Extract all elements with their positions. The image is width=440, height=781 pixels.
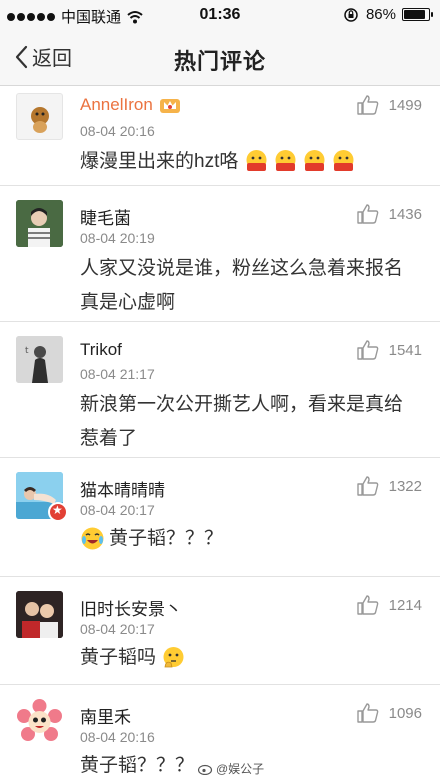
like-count: 1499	[388, 96, 422, 114]
thumbs-up-icon	[356, 703, 378, 723]
comment-text-body: 爆漫里出来的hzt咯	[80, 151, 239, 172]
like-button[interactable]: 1096	[356, 703, 422, 723]
thumbs-up-icon	[356, 95, 378, 115]
emoji-icon	[304, 150, 325, 172]
like-count: 1214	[388, 596, 422, 614]
thumbs-up-icon	[356, 595, 378, 615]
battery-percent: 86%	[365, 6, 396, 23]
like-count: 1541	[388, 341, 422, 359]
comment-time: 08-04 21:17	[80, 366, 155, 382]
emoji-icon	[333, 150, 354, 172]
thumbs-up-icon	[356, 476, 378, 496]
status-bar: 中国联通 01:36 86%	[0, 0, 440, 30]
avatar[interactable]	[16, 591, 63, 638]
commenter-name[interactable]: AnnelIron	[80, 95, 181, 115]
vip-crown-icon	[159, 99, 180, 113]
commenter-name[interactable]: 睫毛菌	[80, 204, 131, 229]
comment-text: 人家又没说是谁，粉丝这么急着来报名真是心虚啊	[80, 258, 404, 313]
rotation-lock-icon	[344, 7, 358, 22]
comment-text-body: 黄子韬？？？	[109, 528, 224, 549]
comment-text-body: 黄子韬吗	[80, 647, 157, 668]
like-button[interactable]: 1541	[356, 340, 422, 360]
comment-text: 新浪第一次公开撕艺人啊，看来是真给惹着了	[80, 394, 404, 449]
comment-item[interactable]: 猫本晴晴晴 08-04 20:17 1322 黄子韬？？？	[0, 458, 440, 577]
svg-text:t: t	[25, 346, 29, 356]
nav-bar: 返回 热门评论	[0, 30, 440, 86]
comment-text: 黄子韬吗	[80, 641, 420, 675]
thumbs-up-icon	[356, 204, 378, 224]
comment-time: 08-04 20:19	[80, 230, 155, 246]
comment-text: 黄子韬？？？	[80, 522, 420, 556]
avatar[interactable]	[16, 699, 63, 746]
like-count: 1096	[388, 704, 422, 722]
commenter-name[interactable]: Trikof	[80, 340, 122, 360]
commenter-name[interactable]: 南里禾	[80, 703, 131, 728]
thumbs-up-icon	[356, 340, 378, 360]
comment-time: 08-04 20:17	[80, 502, 155, 518]
battery-level	[404, 10, 425, 19]
comment-item[interactable]: 睫毛菌 08-04 20:19 1436 人家又没说是谁，粉丝这么急着来报名真是…	[0, 186, 440, 322]
like-count: 1322	[388, 477, 422, 495]
weibo-logo-icon	[198, 764, 213, 775]
comment-item[interactable]: t Trikof 08-04 21:17 1541 新浪第一次公开撕艺人啊，看来…	[0, 322, 440, 458]
like-count: 1436	[388, 205, 422, 223]
battery-icon	[402, 8, 433, 21]
comment-time: 08-04 20:17	[80, 621, 155, 637]
comment-item[interactable]: 旧时长安景丶 08-04 20:17 1214 黄子韬吗	[0, 577, 440, 685]
verified-badge-icon	[48, 502, 68, 522]
commenter-name[interactable]: 旧时长安景丶	[80, 595, 182, 620]
watermark: @娱公子	[198, 760, 264, 777]
comment-time: 08-04 20:16	[80, 123, 155, 139]
like-button[interactable]: 1436	[356, 204, 422, 224]
like-button[interactable]: 1499	[356, 95, 422, 115]
commenter-name[interactable]: 猫本晴晴晴	[80, 476, 165, 501]
page-title: 热门评论	[173, 49, 266, 74]
avatar[interactable]	[16, 200, 63, 247]
commenter-name-text: AnnelIron	[80, 95, 153, 114]
comment-list: AnnelIron 08-04 20:16 1499 爆漫里出来的hzt咯 睫毛…	[0, 87, 440, 781]
emoji-icon	[275, 150, 296, 172]
watermark-text: @娱公子	[216, 762, 265, 776]
avatar[interactable]: t	[16, 336, 63, 383]
emoji-icon	[246, 150, 267, 172]
avatar[interactable]	[16, 93, 63, 140]
like-button[interactable]: 1322	[356, 476, 422, 496]
comment-text: 爆漫里出来的hzt咯	[80, 145, 420, 179]
like-button[interactable]: 1214	[356, 595, 422, 615]
comment-time: 08-04 20:16	[80, 729, 155, 745]
thinking-emoji-icon	[163, 647, 184, 668]
status-right: 86%	[344, 6, 433, 23]
comment-item[interactable]: AnnelIron 08-04 20:16 1499 爆漫里出来的hzt咯	[0, 87, 440, 186]
crying-laughing-emoji-icon	[81, 527, 104, 550]
